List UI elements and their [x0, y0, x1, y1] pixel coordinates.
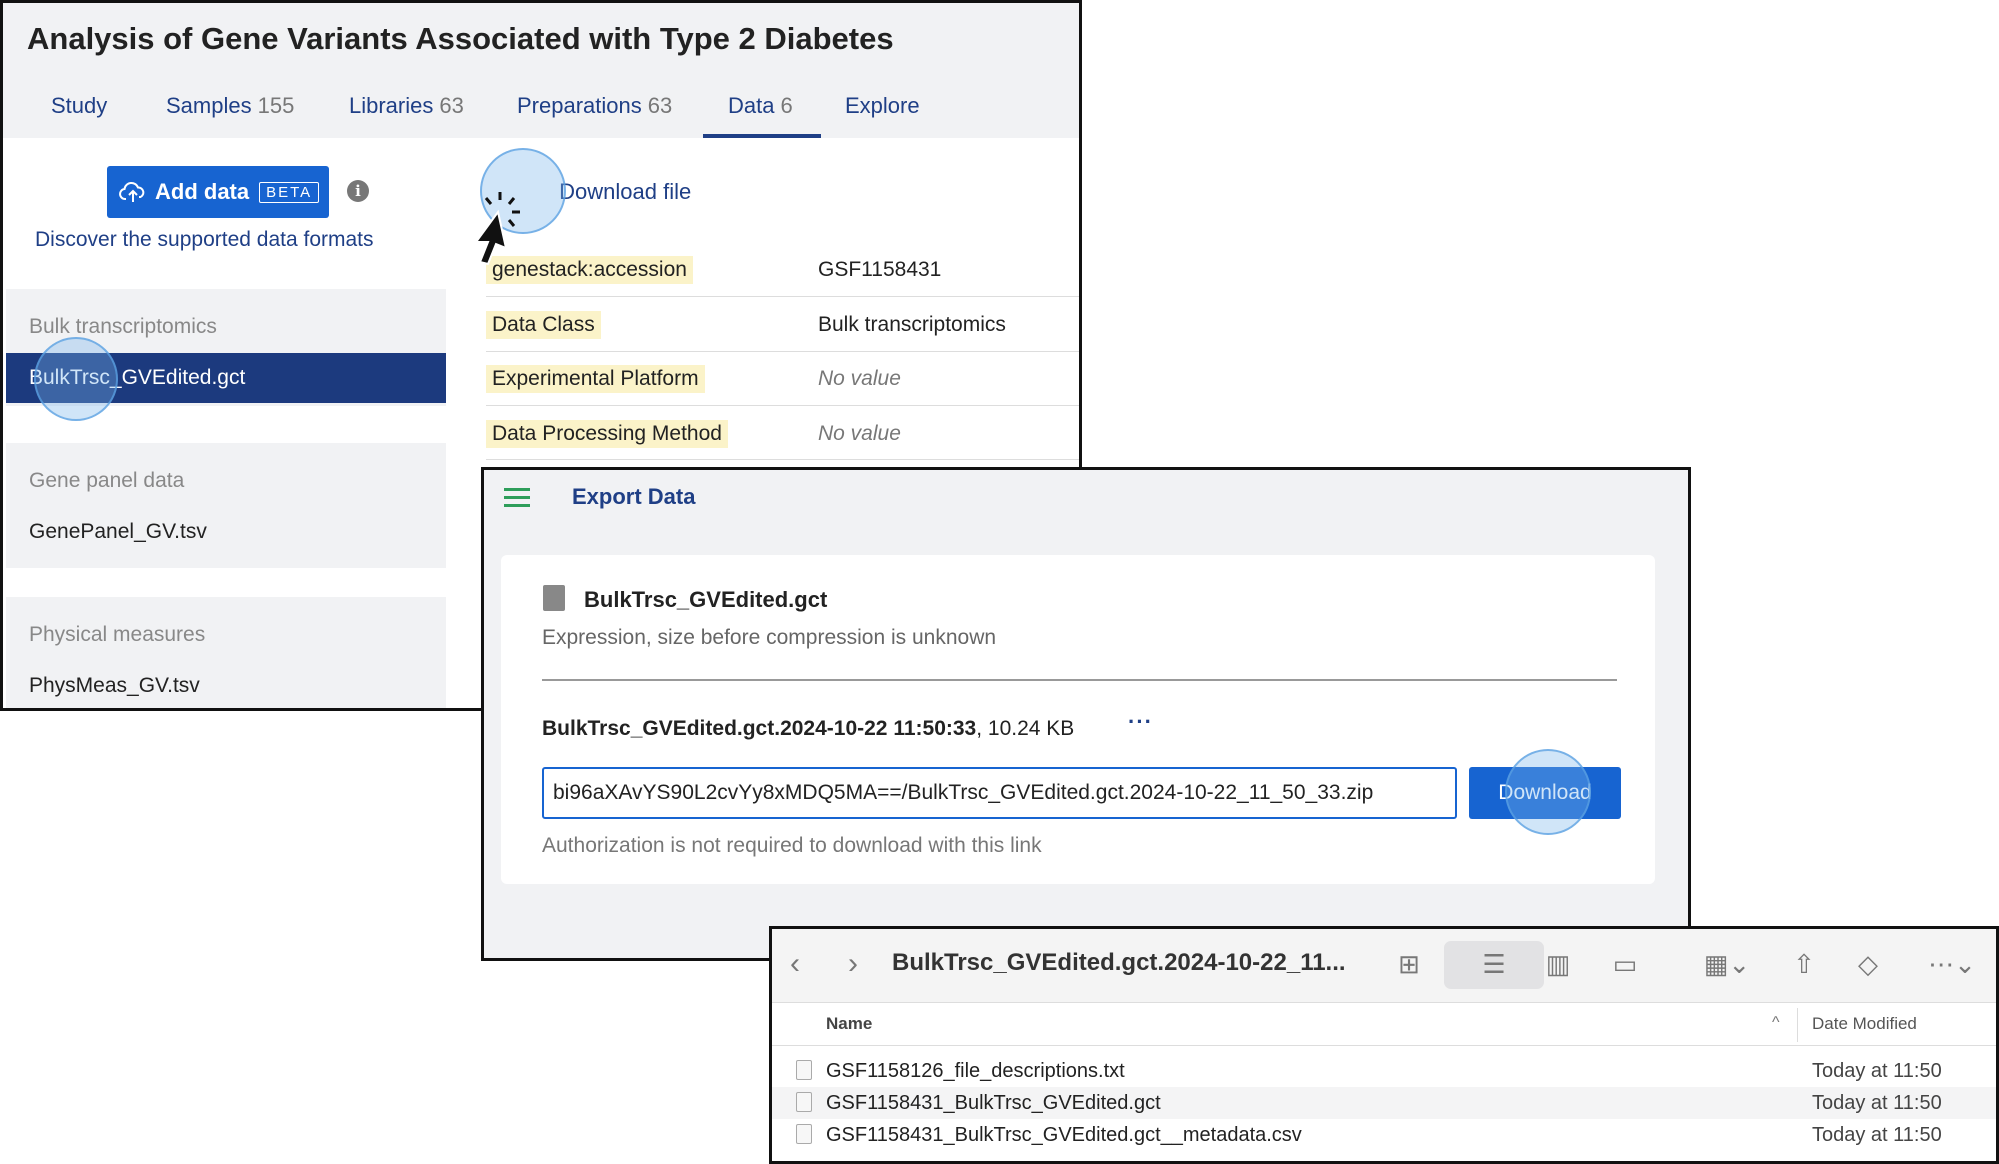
file-row[interactable]: GSF1158431_BulkTrsc_GVEdited.gct__metada… [772, 1119, 1996, 1151]
finder-window: ‹ › BulkTrsc_GVEdited.gct.2024-10-22_11.… [769, 926, 1999, 1164]
hamburger-menu-icon[interactable] [504, 488, 530, 508]
property-value: Bulk transcriptomics [818, 313, 1006, 336]
column-header: Name ^ Date Modified [772, 1004, 1996, 1046]
version-info: BulkTrsc_GVEdited.gct.2024-10-22 11:50:3… [542, 717, 1074, 741]
add-data-label: Add data [155, 179, 250, 204]
sidebar-group-gene-panel: Gene panel data GenePanel_GV.tsv [6, 443, 446, 568]
mouse-cursor-icon [474, 192, 520, 266]
add-data-button[interactable]: Add data BETA [107, 166, 329, 218]
column-name[interactable]: Name [826, 1014, 872, 1034]
tab-libraries[interactable]: Libraries 63 [349, 93, 464, 119]
divider [542, 679, 1617, 681]
file-row-date: Today at 11:50 [1812, 1060, 1942, 1082]
column-view-icon[interactable]: ▥ [1541, 947, 1575, 981]
file-row-name: GSF1158126_file_descriptions.txt [826, 1060, 1125, 1082]
tab-samples[interactable]: Samples 155 [166, 93, 294, 119]
export-title: Export Data [572, 484, 696, 509]
tag-icon[interactable]: ◇ [1851, 947, 1885, 981]
tab-label: Preparations [517, 93, 642, 118]
property-value: GSF1158431 [818, 258, 942, 281]
finder-toolbar: ‹ › BulkTrsc_GVEdited.gct.2024-10-22_11.… [772, 929, 1996, 1003]
file-row-date: Today at 11:50 [1812, 1124, 1942, 1146]
document-icon [796, 1092, 812, 1112]
tab-label: Data [728, 93, 775, 118]
tab-preparations[interactable]: Preparations 63 [517, 93, 672, 119]
property-key: Data Class [486, 311, 601, 339]
divider [486, 405, 1079, 406]
tab-count: 63 [647, 93, 673, 118]
tab-label: Libraries [349, 93, 434, 118]
divider [486, 296, 1079, 297]
auth-note: Authorization is not required to downloa… [542, 834, 1042, 857]
more-options-button[interactable]: ··· [1128, 709, 1153, 735]
property-value: No value [818, 422, 901, 445]
more-actions-icon[interactable]: ⋯⌄ [1922, 947, 1982, 981]
tab-data[interactable]: Data 6 [728, 93, 793, 119]
tab-label: Samples [166, 93, 252, 118]
divider [486, 351, 1079, 352]
file-row[interactable]: GSF1158126_file_descriptions.txt Today a… [772, 1055, 1996, 1087]
download-file-label: Download file [559, 179, 692, 204]
tab-explore[interactable]: Explore [845, 93, 920, 119]
property-value: No value [818, 367, 901, 390]
forward-icon[interactable]: › [848, 947, 858, 981]
sidebar-group-physical: Physical measures PhysMeas_GV.tsv [6, 597, 446, 708]
tab-study[interactable]: Study [51, 93, 107, 119]
page-title: Analysis of Gene Variants Associated wit… [27, 21, 894, 56]
group-heading: Gene panel data [29, 469, 185, 492]
tab-label: Study [51, 93, 108, 118]
file-row-name: GSF1158431_BulkTrsc_GVEdited.gct [826, 1092, 1161, 1114]
divider [486, 459, 1079, 460]
property-key: Data Processing Method [486, 420, 728, 448]
tab-count: 63 [439, 93, 464, 118]
file-row[interactable]: GSF1158431_BulkTrsc_GVEdited.gct Today a… [772, 1087, 1996, 1119]
sidebar-item-genepanel[interactable]: GenePanel_GV.tsv [6, 507, 446, 557]
beta-badge: BETA [259, 181, 320, 203]
download-url-field[interactable]: bi96aXAvYS90L2cvYy8xMDQ5MA==/BulkTrsc_GV… [542, 767, 1457, 819]
discover-formats-link[interactable]: Discover the supported data formats [35, 228, 374, 252]
version-name: BulkTrsc_GVEdited.gct.2024-10-22 11:50:3… [542, 717, 977, 740]
version-size: , 10.24 KB [976, 717, 1075, 740]
study-header: Analysis of Gene Variants Associated wit… [3, 3, 1079, 138]
export-window: Export Data BulkTrsc_GVEdited.gct Expres… [481, 467, 1691, 961]
share-icon[interactable]: ⇧ [1787, 947, 1821, 981]
icon-view-icon[interactable]: ⊞ [1392, 947, 1426, 981]
click-highlight [34, 337, 118, 421]
file-icon [543, 585, 565, 611]
active-tab-indicator [703, 134, 821, 138]
folder-path: BulkTrsc_GVEdited.gct.2024-10-22_11... [892, 949, 1346, 976]
back-icon[interactable]: ‹ [790, 947, 800, 981]
group-heading: Bulk transcriptomics [29, 315, 217, 338]
file-row-date: Today at 11:50 [1812, 1092, 1942, 1114]
cloud-upload-icon [119, 181, 145, 202]
document-icon [796, 1124, 812, 1144]
sidebar-item-physmeas[interactable]: PhysMeas_GV.tsv [6, 661, 446, 708]
tab-count: 6 [780, 93, 793, 118]
column-date-modified[interactable]: Date Modified [1812, 1014, 1917, 1034]
document-icon [796, 1060, 812, 1080]
click-highlight [1505, 749, 1591, 835]
column-divider [1797, 1008, 1798, 1042]
property-key: Experimental Platform [486, 365, 705, 393]
file-name: BulkTrsc_GVEdited.gct [584, 587, 828, 612]
file-row-name: GSF1158431_BulkTrsc_GVEdited.gct__metada… [826, 1124, 1302, 1146]
file-description: Expression, size before compression is u… [542, 626, 997, 649]
export-card: BulkTrsc_GVEdited.gct Expression, size b… [501, 555, 1655, 884]
group-by-icon[interactable]: ▦⌄ [1697, 947, 1757, 981]
tab-count: 155 [257, 93, 295, 118]
gallery-view-icon[interactable]: ▭ [1608, 947, 1642, 981]
tab-label: Explore [845, 93, 920, 118]
info-icon[interactable]: i [347, 180, 369, 202]
list-view-icon[interactable]: ☰ [1477, 947, 1511, 981]
group-heading: Physical measures [29, 623, 206, 646]
sort-caret-icon: ^ [1772, 1014, 1780, 1031]
